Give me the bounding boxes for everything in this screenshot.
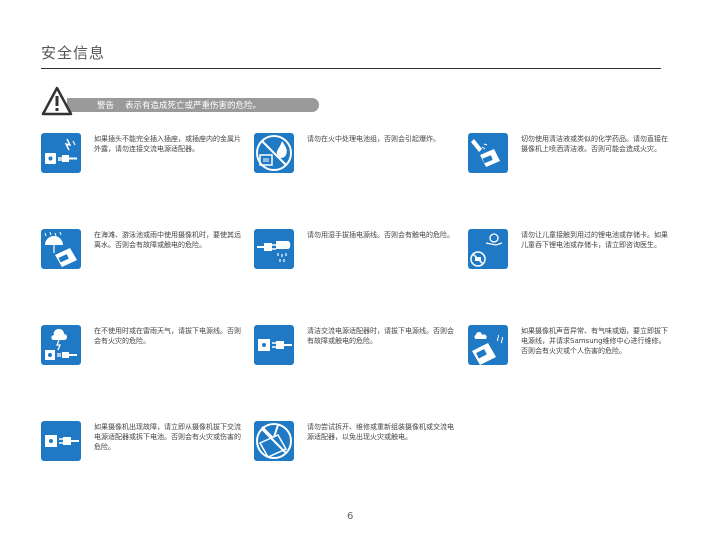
lightning-plug-icon: [41, 325, 81, 365]
child-battery-icon: [468, 229, 508, 269]
title-divider: [41, 68, 661, 69]
warning-label: 警告: [97, 101, 115, 111]
safety-item-plug-socket: 如果插头不能完全插入插座，或插座内的金属片外露，请勿连接交流电源适配器。: [41, 133, 251, 193]
safety-item-lightning: 在不使用时或在雷雨天气，请拔下电源线。否则会有火灾的危险。: [41, 325, 251, 385]
safety-item-text: 清洁交流电源适配器时，请拔下电源线。否则会有故障或触电的危险。: [307, 327, 454, 345]
safety-item-text: 切勿使用清洁液或类似的化学药品。请勿直接在摄像机上喷洒清洁液。否则可能会造成火灾…: [521, 135, 668, 153]
safety-item-text: 如果摄像机出现故障，请立即从摄像机拔下交流电源适配器或拆下电池。否则会有火灾或伤…: [94, 423, 241, 451]
safety-item-clean-adapter: 清洁交流电源适配器时，请拔下电源线。否则会有故障或触电的危险。: [254, 325, 464, 385]
safety-item-text: 请勿用湿手拔插电源线。否则会有触电的危险。: [307, 231, 454, 239]
safety-item-no-fire-battery: 请勿在火中处理电池组，否则会引起爆炸。: [254, 133, 464, 193]
page-number: 6: [347, 511, 354, 522]
safety-item-text: 请勿在火中处理电池组，否则会引起爆炸。: [307, 135, 440, 143]
no-disassemble-icon: [254, 421, 294, 461]
safety-item-wet-hand: 请勿用湿手拔插电源线。否则会有触电的危险。: [254, 229, 464, 289]
safety-item-malfunction: 如果摄像机出现故障，请立即从摄像机拔下交流电源适配器或拆下电池。否则会有火灾或伤…: [41, 421, 251, 481]
safety-item-rain: 在海滩、游泳池或雨中使用摄像机时，要使其远离水。否则会有故障或触电的危险。: [41, 229, 251, 289]
no-fire-battery-icon: [254, 133, 294, 173]
safety-item-text: 如果插头不能完全插入插座，或插座内的金属片外露，请勿连接交流电源适配器。: [94, 135, 241, 153]
warning-banner: 警告 表示有造成死亡或严重伤害的危险。: [41, 86, 319, 116]
safety-item-text: 在不使用时或在雷雨天气，请拔下电源线。否则会有火灾的危险。: [94, 327, 241, 345]
safety-item-no-chemicals: 切勿使用清洁液或类似的化学药品。请勿直接在摄像机上喷洒清洁液。否则可能会造成火灾…: [468, 133, 678, 193]
page-title: 安全信息: [41, 44, 106, 62]
safety-item-text: 请勿让儿童接触到用过的锂电池或存储卡。如果儿童吞下锂电池或存储卡，请立即咨询医生…: [521, 231, 668, 249]
safety-item-smoke: 如果摄像机声音异常、有气味或烟，要立即拔下电源线，并请求Samsung维修中心进…: [468, 325, 678, 385]
safety-item-child: 请勿让儿童接触到用过的锂电池或存储卡。如果儿童吞下锂电池或存储卡，请立即咨询医生…: [468, 229, 678, 289]
safety-item-disassemble: 请勿尝试拆开、维修或重新组装摄像机或交流电源适配器，以免出现火灾或触电。: [254, 421, 464, 481]
unplug-socket-icon: [41, 421, 81, 461]
no-cleaning-chemicals-icon: [468, 133, 508, 173]
warning-description: 表示有造成死亡或严重伤害的危险。: [125, 101, 262, 111]
smoking-camera-icon: [468, 325, 508, 365]
warning-triangle-icon: [41, 86, 73, 116]
safety-item-text: 在海滩、游泳池或雨中使用摄像机时，要使其远离水。否则会有故障或触电的危险。: [94, 231, 241, 249]
wet-hand-plug-icon: [254, 229, 294, 269]
plug-socket-icon: [41, 133, 81, 173]
unplug-socket-icon: [254, 325, 294, 365]
safety-item-text: 请勿尝试拆开、维修或重新组装摄像机或交流电源适配器，以免出现火灾或触电。: [307, 423, 454, 441]
rain-camera-icon: [41, 229, 81, 269]
safety-item-text: 如果摄像机声音异常、有气味或烟，要立即拔下电源线，并请求Samsung维修中心进…: [521, 327, 668, 355]
